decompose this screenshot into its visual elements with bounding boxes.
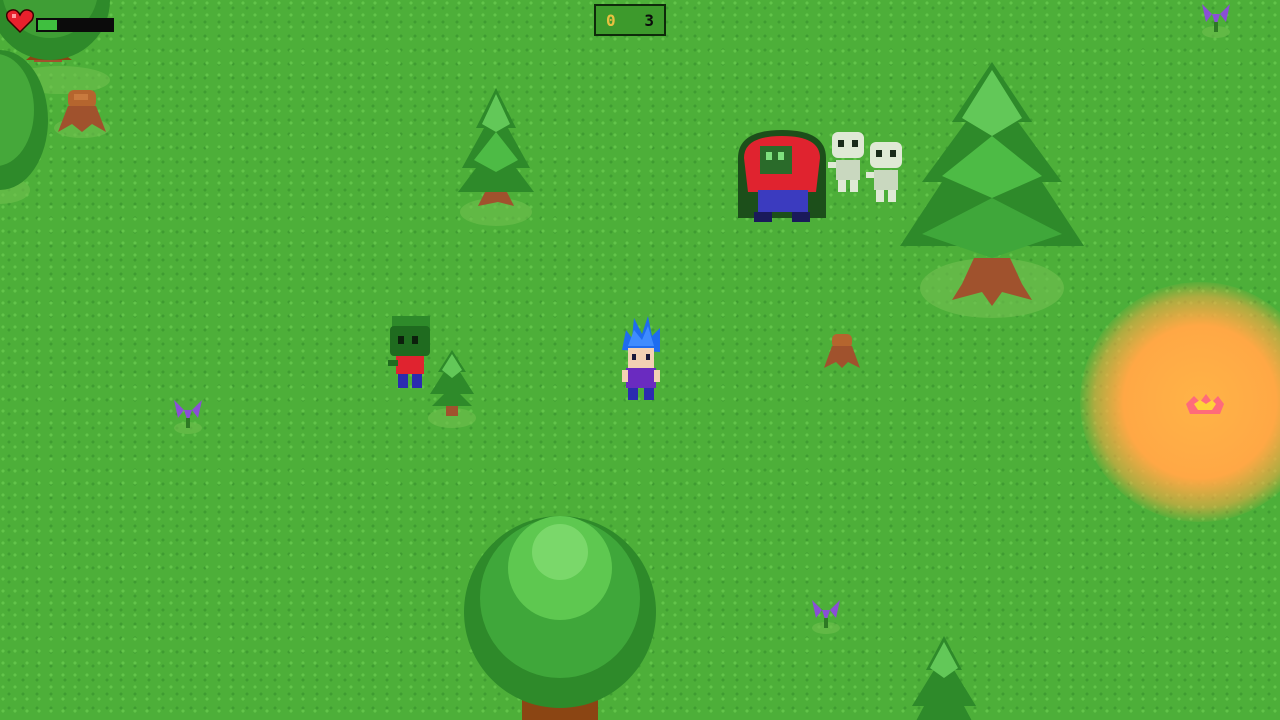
flower-icon[interactable] bbox=[170, 396, 206, 436]
game-field[interactable] bbox=[0, 0, 1280, 720]
health-hud bbox=[5, 8, 114, 34]
round-tree-large bbox=[464, 516, 656, 720]
skeleton-enemy[interactable] bbox=[866, 142, 906, 206]
skeleton-enemy[interactable] bbox=[828, 132, 868, 196]
hooded-enemy[interactable] bbox=[732, 128, 832, 228]
pine-tree-large bbox=[900, 62, 1084, 318]
health-bar bbox=[36, 18, 114, 32]
heart-icon bbox=[5, 9, 35, 34]
flower-icon[interactable] bbox=[808, 596, 844, 636]
goblin-enemy[interactable] bbox=[386, 316, 434, 392]
counter-value: 3 bbox=[644, 10, 654, 30]
flower-icon[interactable] bbox=[1198, 0, 1234, 40]
round-tree-left-edge bbox=[0, 50, 48, 204]
tree-stump-topleft[interactable] bbox=[52, 84, 112, 140]
pine-tree-small bbox=[458, 88, 534, 226]
fire-pit[interactable] bbox=[1180, 386, 1230, 422]
coin-icon-value: 0 bbox=[606, 10, 616, 30]
coin-counter: 0 3 bbox=[594, 4, 666, 36]
health-bar-fill bbox=[38, 20, 57, 30]
tree-stump-small[interactable] bbox=[820, 330, 864, 374]
pine-tree-bottom bbox=[912, 636, 976, 720]
player-character[interactable] bbox=[618, 316, 664, 404]
